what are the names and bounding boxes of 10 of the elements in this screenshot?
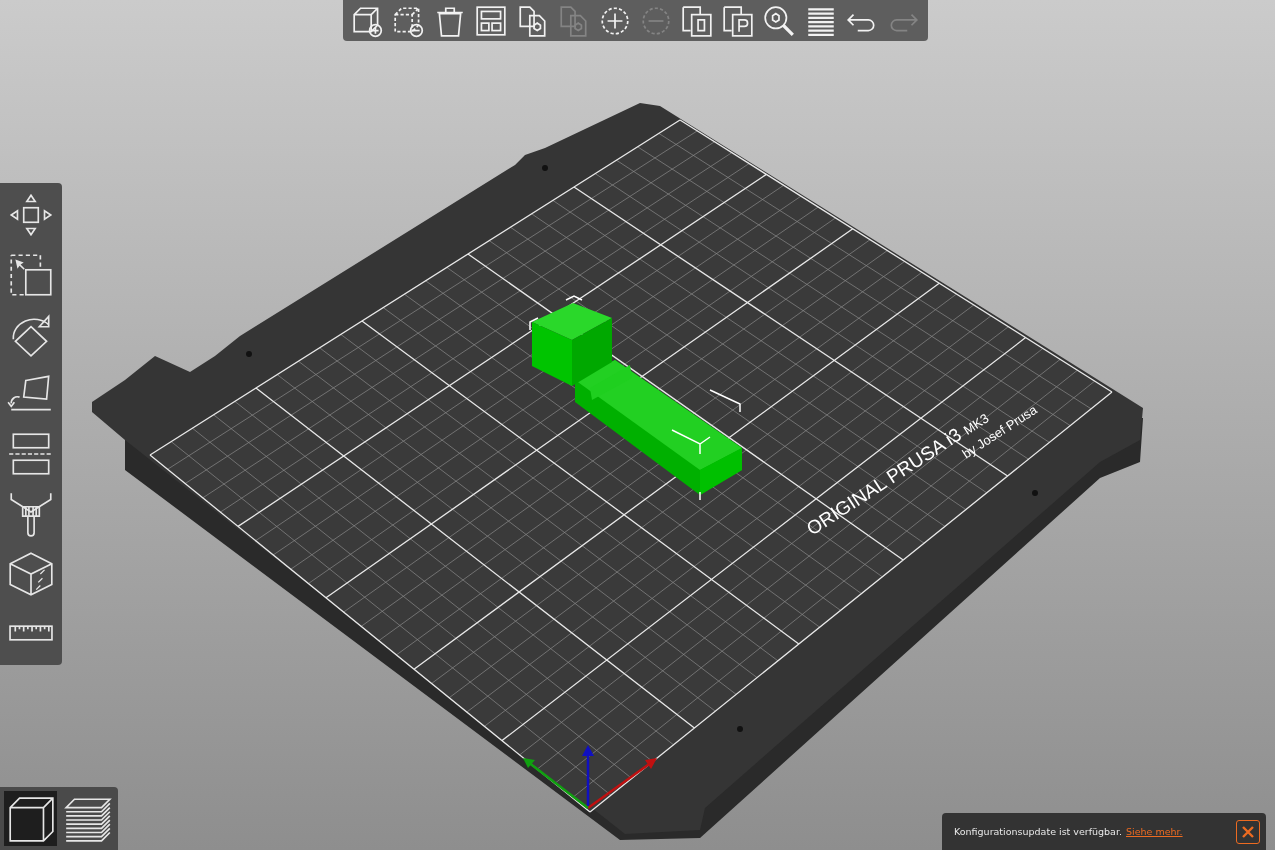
notification-text: Konfigurationsupdate ist verfügbar. [954, 826, 1122, 837]
axes-icon [523, 745, 657, 809]
3d-view-button[interactable] [4, 791, 57, 846]
split-objects-icon [680, 3, 715, 38]
split-parts-icon [721, 3, 756, 38]
arrange-icon [474, 3, 509, 38]
close-button[interactable] [1236, 819, 1260, 844]
search-icon [762, 3, 797, 38]
see-more-link[interactable]: Siehe mehr. [1126, 826, 1183, 837]
ruler-icon [9, 624, 53, 641]
